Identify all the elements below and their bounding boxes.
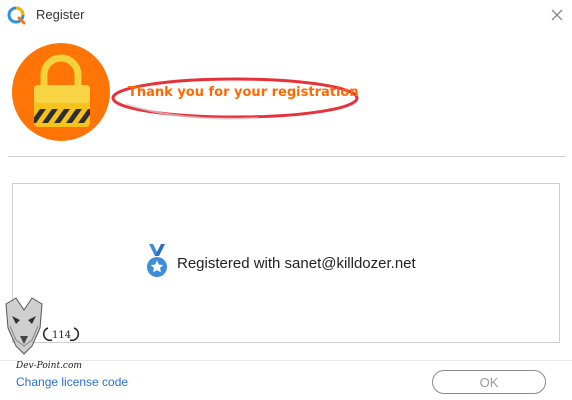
close-button[interactable]: [546, 4, 568, 26]
app-logo-icon: [7, 6, 26, 25]
window-title: Register: [36, 7, 85, 22]
register-window: Register Thank you for your registration…: [0, 0, 572, 400]
ok-button[interactable]: OK: [432, 370, 546, 394]
watermark-logo-text: 114: [52, 330, 71, 341]
thank-you-message: Thank you for your registration: [128, 85, 359, 100]
footer-divider: [0, 360, 572, 361]
change-license-link[interactable]: Change license code: [16, 375, 128, 389]
registered-email-text: Registered with sanet@killdozer.net: [177, 255, 416, 272]
medal-icon: [147, 244, 167, 277]
padlock-icon: [34, 54, 90, 127]
header-divider: [8, 156, 566, 157]
title-bar: Register: [0, 0, 572, 30]
watermark-site-text: Dev-Point.com: [16, 361, 82, 371]
close-icon: [551, 9, 563, 21]
registration-header: Thank you for your registration: [0, 30, 572, 156]
